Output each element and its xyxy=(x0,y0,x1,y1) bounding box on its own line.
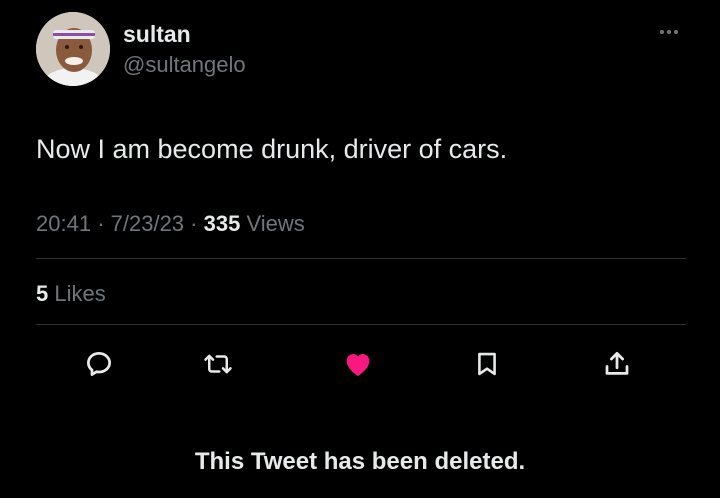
bookmark-icon xyxy=(478,352,496,376)
more-dot xyxy=(660,30,664,34)
like-icon xyxy=(346,354,370,376)
tweet-meta: 20:41 · 7/23/23 · 335 Views xyxy=(36,210,305,238)
more-dot xyxy=(667,30,671,34)
more-options-icon[interactable] xyxy=(652,22,686,42)
meta-separator: · xyxy=(190,211,198,236)
avatar[interactable] xyxy=(36,12,110,86)
bookmark-button[interactable] xyxy=(469,346,505,382)
views-label: Views xyxy=(246,211,305,236)
retweet-icon xyxy=(204,354,232,374)
tweet-date[interactable]: 7/23/23 xyxy=(111,211,184,236)
share-button[interactable] xyxy=(599,346,635,382)
reply-icon xyxy=(87,352,111,376)
tweet-card: sultan @sultangelo Now I am become drunk… xyxy=(0,0,720,498)
like-button[interactable] xyxy=(340,346,376,382)
display-name[interactable]: sultan xyxy=(123,20,191,48)
tweet-text: Now I am become drunk, driver of cars. xyxy=(36,134,508,164)
divider xyxy=(36,324,686,325)
avatar-image xyxy=(36,12,110,86)
divider xyxy=(36,258,686,259)
tweet-time[interactable]: 20:41 xyxy=(36,211,91,236)
more-dot xyxy=(674,30,678,34)
views-count: 335 xyxy=(203,211,241,236)
reply-button[interactable] xyxy=(81,346,117,382)
deleted-notice: This Tweet has been deleted. xyxy=(194,448,526,475)
meta-separator: · xyxy=(97,211,105,236)
share-icon xyxy=(605,352,629,375)
user-handle[interactable]: @sultangelo xyxy=(123,51,246,79)
likes-link[interactable]: 5 Likes xyxy=(36,280,106,308)
action-bar xyxy=(0,346,720,382)
likes-count: 5 xyxy=(36,281,49,306)
retweet-button[interactable] xyxy=(200,346,236,382)
likes-label: Likes xyxy=(54,281,106,306)
